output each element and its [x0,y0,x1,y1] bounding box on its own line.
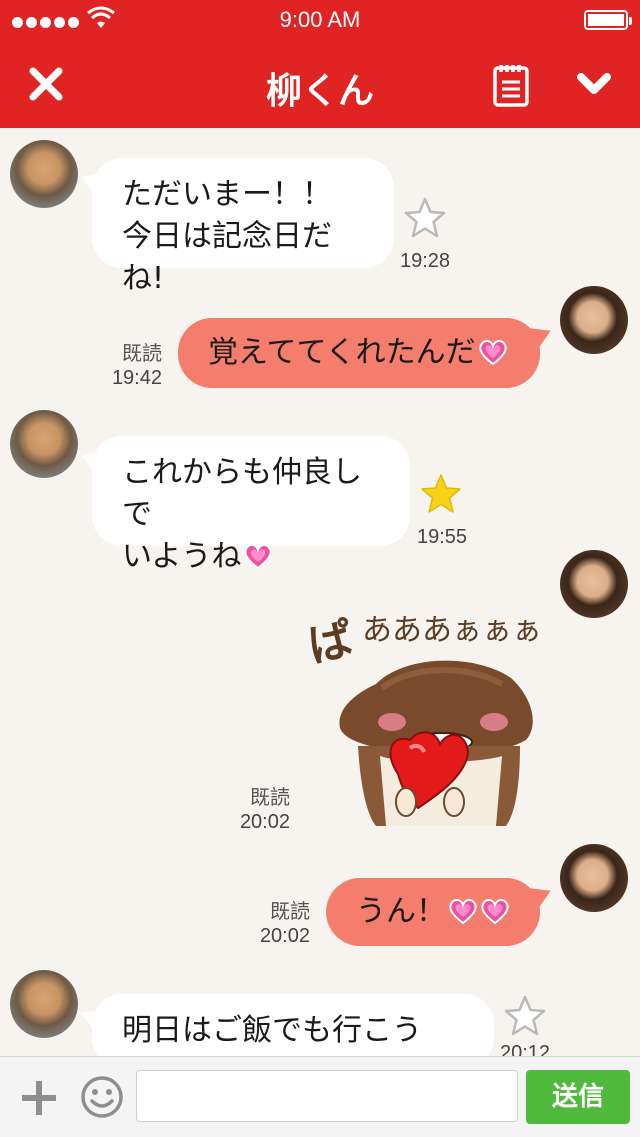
outgoing-message-bubble[interactable]: 覚えててくれたんだ [178,318,556,388]
heart-emoji-icon [244,544,273,570]
message-text: うん！ [356,894,446,929]
read-receipt: 既読 [270,901,310,923]
contact-avatar[interactable] [10,970,78,1038]
heart-emoji-icon [449,899,477,925]
chevron-down-icon[interactable] [576,70,612,100]
chat-header: 柳くん [0,40,640,128]
user-avatar[interactable] [560,286,628,354]
user-avatar[interactable] [560,844,628,912]
send-button[interactable]: 送信 [526,1070,630,1124]
status-bar: 9:00 AM [0,0,640,40]
user-avatar[interactable] [560,550,628,618]
read-receipt: 既読 [250,787,290,809]
message-time: 19:55 [417,526,468,548]
message-time: 20:02 [259,925,310,947]
message-time: 19:28 [400,250,451,272]
notepad-icon[interactable] [492,62,530,108]
star-filled-icon[interactable] [419,472,463,516]
message-time: 20:02 [239,811,290,833]
message-time: 20:12 [500,1042,551,1056]
incoming-message-bubble[interactable]: ただいまー！！ 今日は記念日だね! [76,158,394,296]
message-read-meta: 既読 20:02 [222,786,290,834]
message-time: 19:42 [111,367,162,389]
plus-icon[interactable] [20,1079,58,1117]
heart-emoji-icon [478,340,507,366]
chat-messages[interactable]: ただいまー！！ 今日は記念日だね! 19:28 既読 19:42 覚えててくれた… [0,128,640,1056]
outgoing-message-bubble[interactable]: うん！ [326,878,556,946]
star-outline-icon[interactable] [403,196,447,240]
emoji-icon[interactable] [80,1075,124,1119]
close-icon[interactable] [26,64,66,104]
clock: 9:00 AM [279,7,361,32]
incoming-message-bubble[interactable]: 明日はご飯でも行こうよ！ [76,994,494,1056]
chat-title: 柳くん [265,71,374,112]
message-text: 覚えててくれたんだ [208,335,476,370]
message-input-bar: 送信 [0,1056,640,1137]
message-text-line: 明日はご飯でも行こうよ！ [122,1013,422,1056]
mushroom-heart-sticker[interactable]: ぱ あああぁぁぁ [306,606,546,826]
svg-text:ぱ: ぱ [306,614,357,673]
message-text-line: ただいまー！！ [122,177,332,212]
star-outline-icon[interactable] [503,994,547,1038]
incoming-message-bubble[interactable]: これからも仲良しで いようね [76,436,410,574]
message-text-line: 今日は記念日だね! [122,219,332,296]
heart-emoji-icon [481,899,509,925]
contact-avatar[interactable] [10,410,78,478]
message-read-meta: 既読 20:02 [242,900,310,948]
battery-icon [584,10,632,30]
contact-avatar[interactable] [10,140,78,208]
read-receipt: 既読 [122,343,162,365]
message-text-line: これからも仲良しで [122,455,362,532]
message-input[interactable] [136,1070,518,1122]
message-text-line: いようね [122,539,242,574]
svg-text:あああぁぁぁ: あああぁぁぁ [362,613,542,648]
message-read-meta: 既読 19:42 [94,342,162,390]
